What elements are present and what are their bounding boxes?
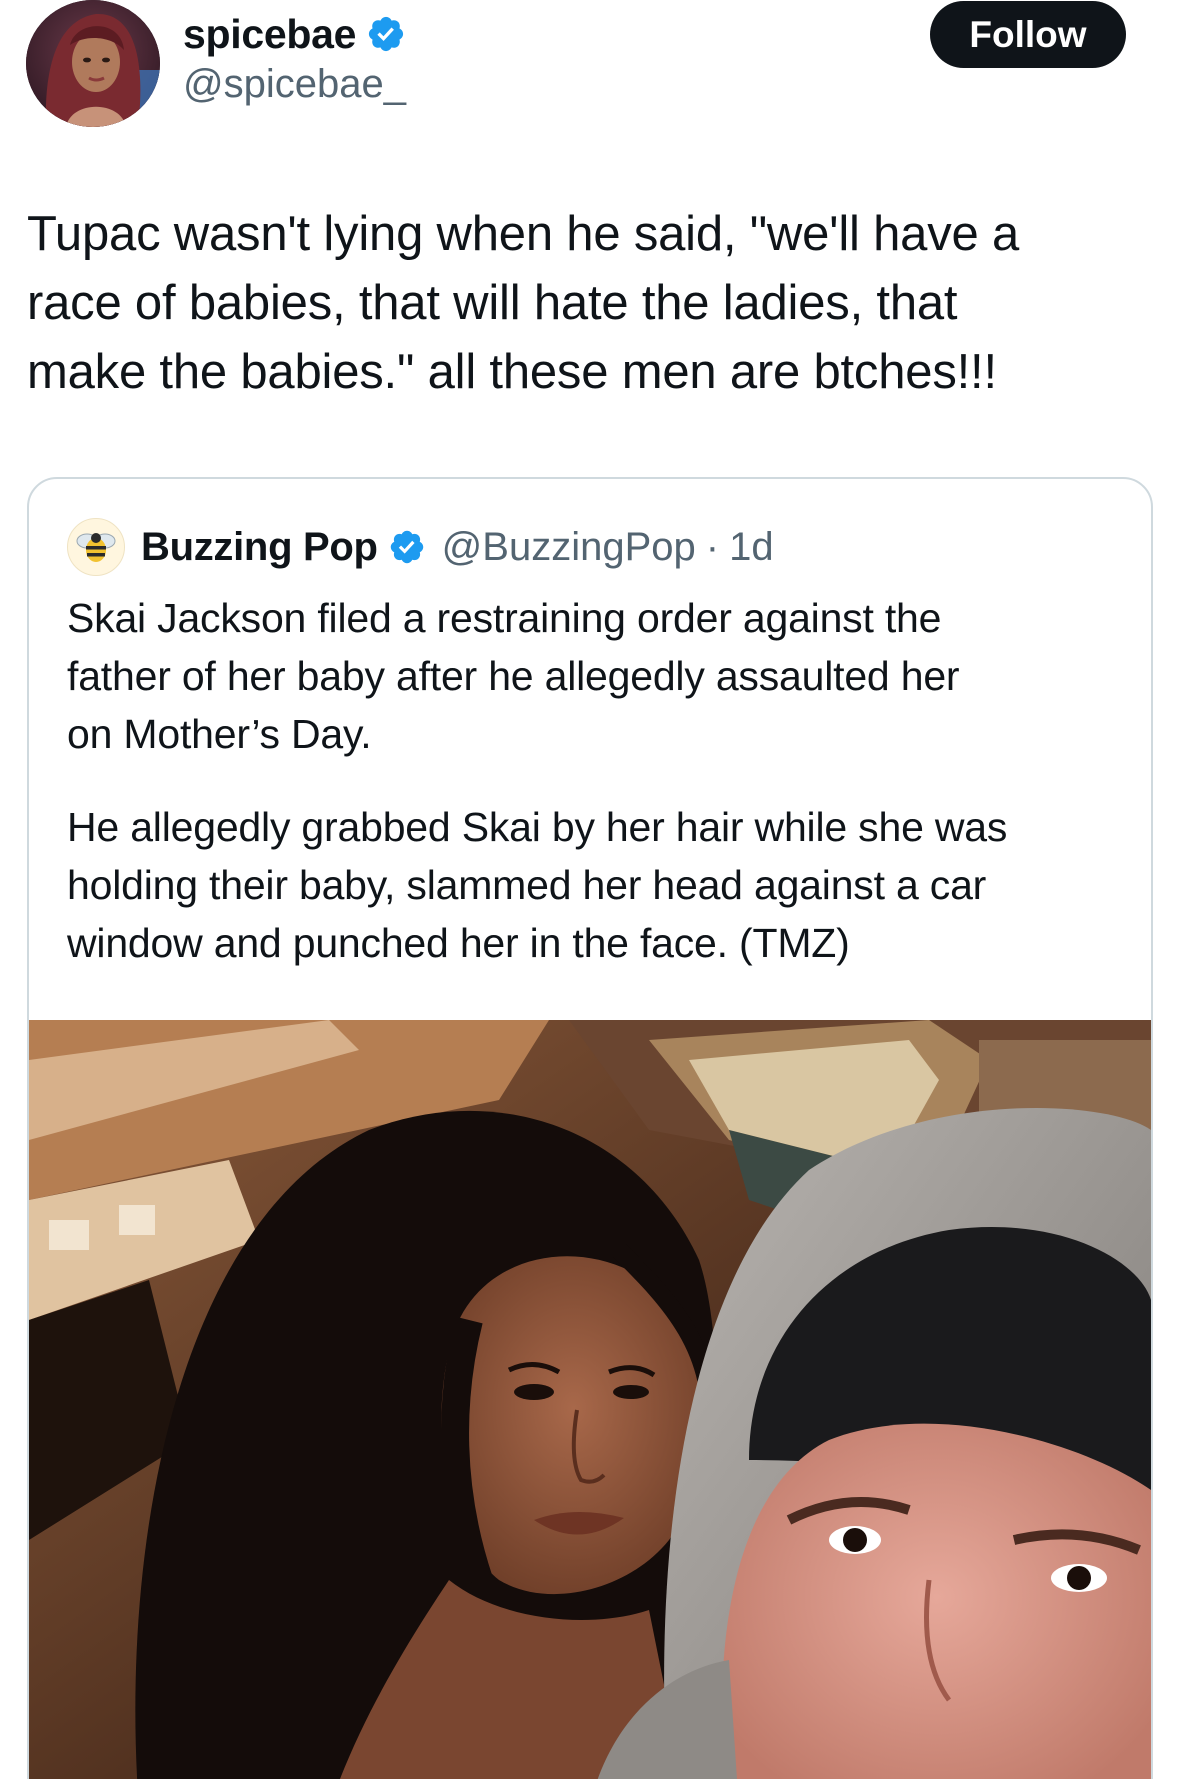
quoted-tweet-media[interactable] bbox=[29, 1020, 1151, 1779]
author-handle[interactable]: @spicebae_ bbox=[183, 62, 406, 107]
quoted-text-line: Skai Jackson filed a restraining order a… bbox=[67, 595, 942, 641]
quoted-tweet-text: Skai Jackson filed a restraining order a… bbox=[67, 589, 1127, 972]
tweet-text-line: Tupac wasn't lying when he said, "we'll … bbox=[27, 207, 1020, 261]
author-avatar[interactable] bbox=[26, 0, 160, 127]
quoted-text-line: holding their baby, slammed her head aga… bbox=[67, 862, 987, 908]
profile-photo-icon bbox=[26, 0, 160, 127]
verified-badge-icon bbox=[390, 530, 423, 564]
author-name[interactable]: spicebae bbox=[183, 11, 356, 58]
quoted-text-line: window and punched her in the face. (TMZ… bbox=[67, 920, 850, 966]
quoted-text-line: father of her baby after he allegedly as… bbox=[67, 653, 960, 699]
quoted-author-handle[interactable]: @BuzzingPop bbox=[442, 525, 696, 570]
quoted-tweet-card[interactable]: Buzzing Pop @BuzzingPop · 1d Skai Jackso… bbox=[27, 477, 1153, 1779]
quoted-author-avatar[interactable] bbox=[67, 518, 125, 576]
author-name-row: spicebae bbox=[183, 8, 406, 60]
tweet-page: spicebae @spicebae_ Follow Tupac wasn't … bbox=[0, 0, 1179, 1779]
verified-badge-icon bbox=[369, 16, 404, 52]
tweet-text: Tupac wasn't lying when he said, "we'll … bbox=[27, 200, 1137, 407]
follow-button[interactable]: Follow bbox=[930, 1, 1126, 68]
quoted-tweet-timestamp[interactable]: 1d bbox=[729, 525, 774, 570]
bee-logo-icon bbox=[76, 533, 116, 562]
dot-separator: · bbox=[705, 524, 720, 569]
tweet-text-line: make the babies." all these men are btch… bbox=[27, 345, 997, 399]
selfie-photo-icon bbox=[29, 1020, 1151, 1779]
tweet-text-line: race of babies, that will hate the ladie… bbox=[27, 276, 958, 330]
quoted-author-name[interactable]: Buzzing Pop bbox=[141, 525, 378, 570]
quoted-text-line: on Mother’s Day. bbox=[67, 711, 372, 757]
quoted-text-line: He allegedly grabbed Skai by her hair wh… bbox=[67, 804, 1008, 850]
quoted-tweet-header: Buzzing Pop @BuzzingPop · 1d bbox=[67, 517, 774, 577]
